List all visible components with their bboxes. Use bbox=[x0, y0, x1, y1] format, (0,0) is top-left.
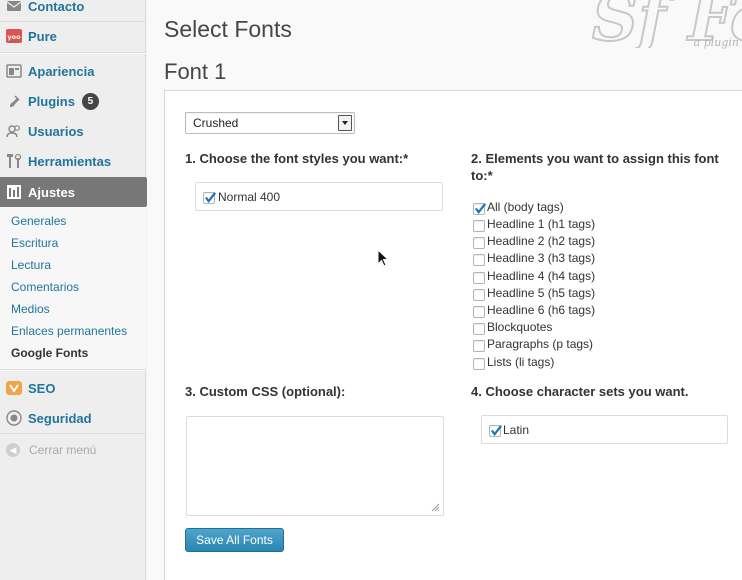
element-label: Headline 1 (h1 tags) bbox=[487, 217, 596, 231]
appearance-icon bbox=[6, 63, 22, 79]
users-icon bbox=[6, 123, 22, 139]
sidebar-item-seo[interactable]: SEO bbox=[0, 373, 146, 403]
style-label: Normal 400 bbox=[218, 190, 281, 204]
sidebar-item-herramientas[interactable]: Herramientas bbox=[0, 146, 146, 176]
custom-css-title: 3. Custom CSS (optional): bbox=[185, 384, 346, 399]
security-icon bbox=[6, 410, 22, 426]
charset-title: 4. Choose character sets you want. bbox=[471, 384, 689, 399]
checkmark-icon bbox=[474, 203, 487, 215]
sidebar-item-apariencia[interactable]: Apariencia bbox=[0, 56, 146, 86]
settings-icon bbox=[6, 184, 22, 200]
custom-css-textarea[interactable] bbox=[186, 416, 444, 516]
yoo-icon: yoo bbox=[6, 28, 22, 44]
page-title: Select Fonts bbox=[164, 16, 292, 42]
submenu-medios[interactable]: Medios bbox=[11, 302, 50, 316]
submenu-generales[interactable]: Generales bbox=[11, 214, 66, 228]
sidebar-item-label: Herramientas bbox=[28, 153, 112, 169]
element-label: Blockquotes bbox=[487, 320, 553, 334]
submenu-enlaces-permanentes[interactable]: Enlaces permanentes bbox=[11, 324, 127, 338]
element-label: All (body tags) bbox=[487, 200, 564, 214]
sidebar-item-label: Plugins bbox=[28, 93, 75, 109]
sidebar-item-label: Contacto bbox=[28, 0, 85, 14]
resize-grip-icon[interactable] bbox=[431, 503, 440, 512]
collapse-arrow-icon: ◀ bbox=[6, 443, 20, 457]
element-label: Lists (li tags) bbox=[487, 355, 555, 369]
svg-text:yoo: yoo bbox=[7, 33, 21, 41]
element-checkbox-h4[interactable] bbox=[473, 272, 485, 284]
element-checkbox-blockquotes[interactable] bbox=[473, 323, 485, 335]
submenu-google-fonts[interactable]: Google Fonts bbox=[11, 346, 88, 360]
element-label: Headline 2 (h2 tags) bbox=[487, 234, 596, 248]
font-select-value: Crushed bbox=[193, 116, 239, 130]
sidebar-item-usuarios[interactable]: Usuarios bbox=[0, 116, 146, 146]
sidebar-item-label: Seguridad bbox=[28, 410, 92, 426]
submenu-comentarios[interactable]: Comentarios bbox=[11, 280, 79, 294]
charset-checkbox-latin[interactable] bbox=[489, 425, 503, 437]
element-checkbox-h1[interactable] bbox=[473, 220, 485, 232]
seo-icon bbox=[6, 380, 22, 396]
element-label: Headline 6 (h6 tags) bbox=[487, 303, 596, 317]
sidebar-item-label: Apariencia bbox=[28, 63, 95, 79]
sidebar-item-contacto[interactable]: Contacto bbox=[0, 0, 146, 21]
element-label: Headline 4 (h4 tags) bbox=[487, 269, 596, 283]
sidebar-item-plugins[interactable]: Plugins 5 bbox=[0, 86, 146, 116]
submenu-escritura[interactable]: Escritura bbox=[11, 236, 58, 250]
sidebar-item-pure[interactable]: yoo Pure bbox=[0, 21, 146, 51]
element-checkbox-lists[interactable] bbox=[473, 358, 485, 370]
styles-title: 1. Choose the font styles you want:* bbox=[185, 151, 409, 166]
plugin-update-badge: 5 bbox=[81, 92, 99, 110]
admin-sidebar: Contacto yoo Pure Apariencia Plugins 5 U… bbox=[0, 0, 154, 580]
element-label: Headline 5 (h5 tags) bbox=[487, 286, 596, 300]
element-label: Headline 3 (h3 tags) bbox=[487, 251, 596, 265]
element-checkbox-h5[interactable] bbox=[473, 289, 485, 301]
charset-box: Latin bbox=[481, 415, 728, 444]
elements-title: 2. Elements you want to assign this font… bbox=[471, 151, 719, 183]
style-checkbox-normal-400[interactable] bbox=[203, 192, 217, 204]
collapse-menu-button[interactable]: ◀ Cerrar menú bbox=[6, 443, 96, 457]
element-checkbox-body[interactable] bbox=[473, 203, 487, 215]
settings-submenu: Generales Escritura Lectura Comentarios … bbox=[0, 207, 146, 369]
save-all-fonts-button[interactable]: Save All Fonts bbox=[185, 528, 284, 552]
submenu-lectura[interactable]: Lectura bbox=[11, 258, 51, 272]
collapse-menu-label: Cerrar menú bbox=[29, 443, 97, 457]
sidebar-item-ajustes[interactable]: Ajustes bbox=[0, 177, 146, 207]
sidebar-item-label: Ajustes bbox=[28, 184, 75, 200]
element-label: Paragraphs (p tags) bbox=[487, 337, 594, 351]
sidebar-item-seguridad[interactable]: Seguridad bbox=[0, 403, 146, 433]
element-checkbox-h2[interactable] bbox=[473, 237, 485, 249]
contact-icon bbox=[6, 0, 22, 14]
font-heading: Font 1 bbox=[164, 59, 227, 84]
charset-label: Latin bbox=[503, 423, 530, 437]
element-checkbox-h3[interactable] bbox=[473, 254, 485, 266]
sidebar-item-label: Usuarios bbox=[28, 123, 84, 139]
checkmark-icon bbox=[490, 425, 503, 437]
tools-icon bbox=[6, 153, 22, 169]
sidebar-item-label: SEO bbox=[28, 380, 56, 396]
element-checkbox-paragraphs[interactable] bbox=[473, 340, 485, 352]
plugin-icon bbox=[6, 93, 22, 109]
font-select[interactable]: Crushed bbox=[185, 112, 355, 134]
mouse-cursor-icon bbox=[377, 249, 389, 267]
dropdown-arrow-icon bbox=[338, 115, 352, 131]
checkmark-icon bbox=[204, 192, 217, 204]
logo-tagline: a plugin bbox=[693, 36, 739, 49]
sidebar-item-label: Pure bbox=[28, 28, 57, 44]
element-checkbox-h6[interactable] bbox=[473, 306, 485, 318]
font-styles-box: Normal 400 bbox=[195, 182, 443, 211]
